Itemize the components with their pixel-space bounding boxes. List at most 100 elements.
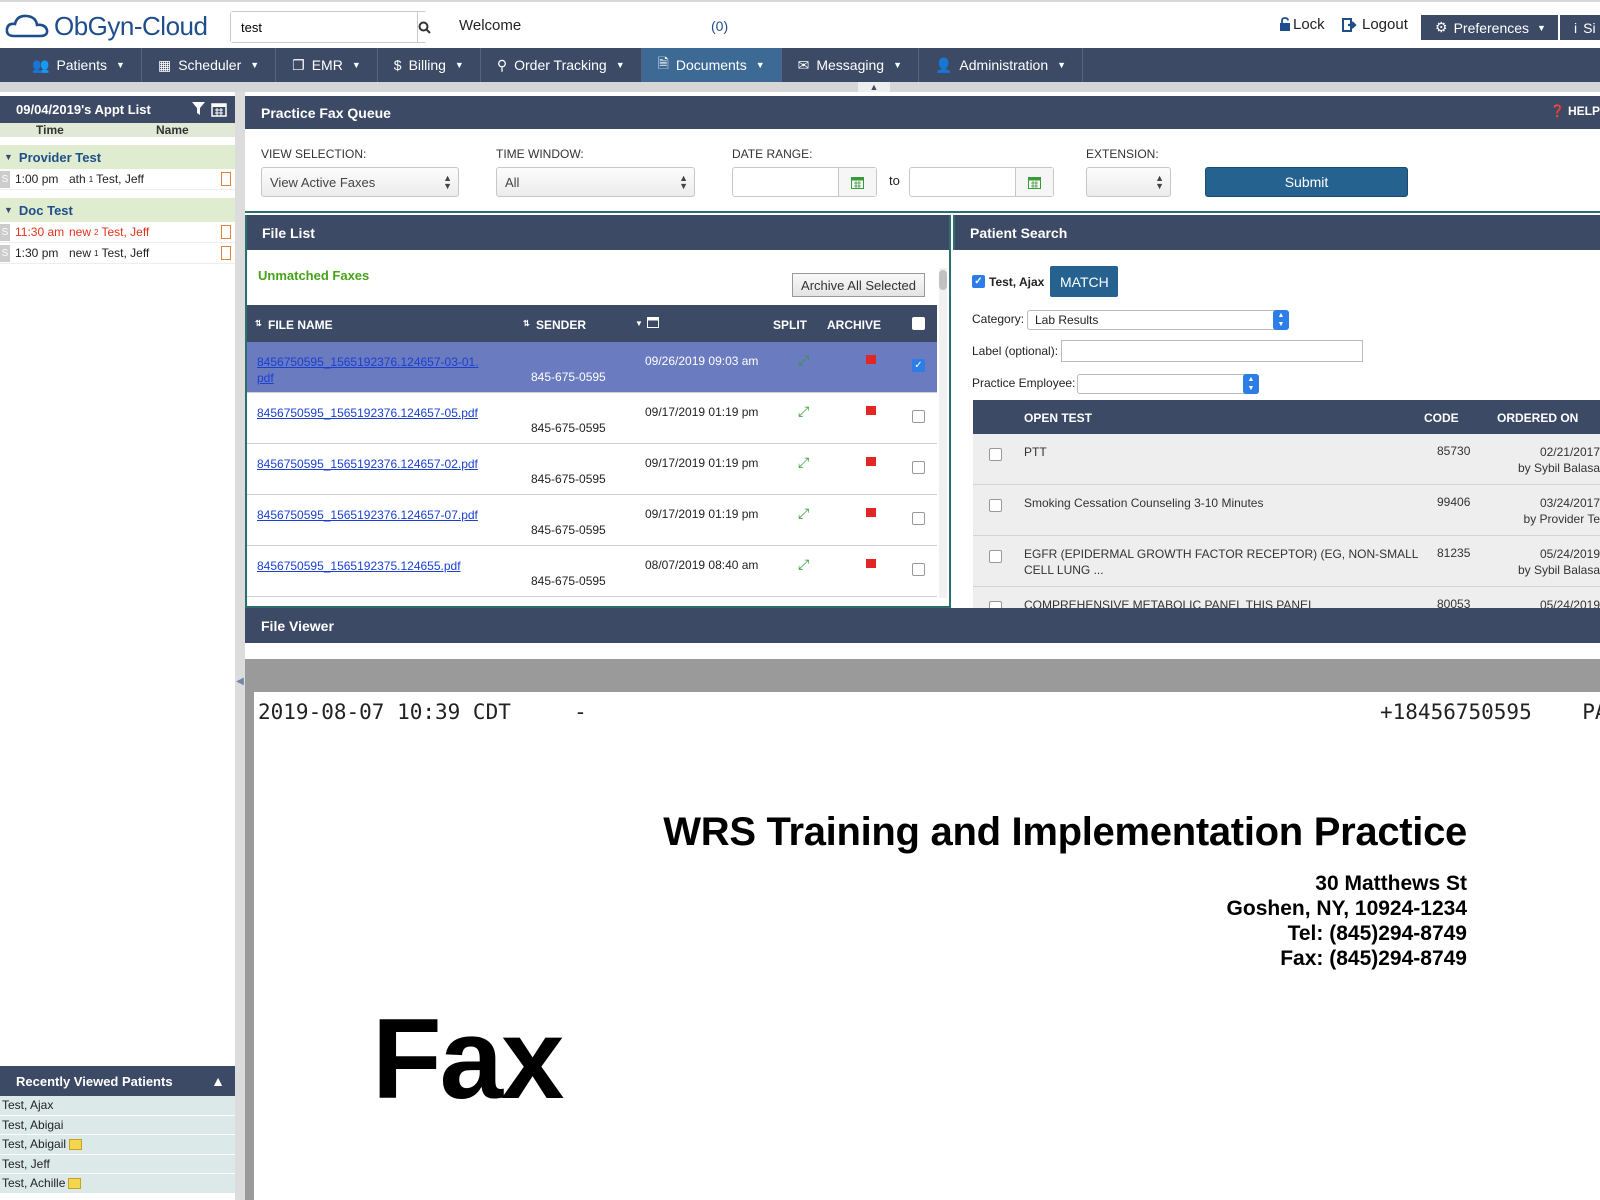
file-row[interactable]: 8456750595_1565192375.124655.pdf 845-675… bbox=[247, 546, 937, 597]
row-checkbox[interactable] bbox=[912, 563, 925, 576]
split-icon[interactable]: ⤢ bbox=[798, 403, 809, 420]
search-button[interactable] bbox=[417, 12, 431, 42]
nav-emr[interactable]: ❐ EMR ▼ bbox=[276, 48, 378, 82]
col-file-name[interactable]: FILE NAME bbox=[268, 318, 333, 332]
calendar-icon[interactable] bbox=[838, 168, 876, 196]
date-from-input[interactable] bbox=[732, 167, 877, 197]
split-icon[interactable]: ⤢ bbox=[798, 454, 809, 471]
test-by: by Sybil Balasa bbox=[1517, 461, 1600, 475]
collapse-up-icon[interactable]: ▲ bbox=[211, 1073, 225, 1089]
app-logo[interactable]: ObGyn-Cloud bbox=[4, 10, 208, 42]
nav-scheduler[interactable]: ▦ Scheduler ▼ bbox=[142, 48, 277, 82]
file-link[interactable]: 8456750595_1565192376.124657-03-01.pdf bbox=[257, 354, 482, 386]
row-checkbox[interactable] bbox=[912, 512, 925, 525]
file-link[interactable]: 8456750595_1565192375.124655.pdf bbox=[257, 558, 482, 574]
scrollbar-thumb[interactable] bbox=[939, 270, 947, 290]
practice-employee-select[interactable]: ▲ ▼ bbox=[1077, 374, 1259, 394]
row-checkbox[interactable]: ✓ bbox=[912, 359, 925, 372]
recent-patients-header[interactable]: Recently Viewed Patients ▲ bbox=[0, 1066, 235, 1096]
test-checkbox[interactable] bbox=[989, 601, 1002, 608]
split-icon[interactable]: ⤢ bbox=[798, 352, 809, 369]
nav-patients[interactable]: 👥 Patients ▼ bbox=[16, 48, 142, 82]
recent-patient[interactable]: Test, Achille bbox=[0, 1174, 235, 1194]
file-link[interactable]: 8456750595_1565192376.124657-02.pdf bbox=[257, 456, 482, 472]
nav-documents[interactable]: 🗎 Documents ▼ bbox=[641, 48, 782, 82]
row-checkbox[interactable] bbox=[912, 461, 925, 474]
sort-icon[interactable]: ⇅ bbox=[255, 319, 262, 328]
appt-row[interactable]: S 1:00 pm ath 1 Test, Jeff bbox=[0, 169, 235, 190]
recent-patient[interactable]: Test, Abigail bbox=[0, 1135, 235, 1155]
nav-messaging[interactable]: ✉ Messaging ▼ bbox=[782, 48, 919, 82]
date-from-field[interactable] bbox=[733, 168, 838, 196]
file-list-scrollbar[interactable] bbox=[939, 268, 947, 598]
fax-document-page[interactable]: 2019-08-07 10:39 CDT - +18456750595 PA W… bbox=[254, 692, 1600, 1200]
filter-icon[interactable] bbox=[192, 102, 205, 116]
sort-icon[interactable]: ⇅ bbox=[523, 319, 530, 328]
time-window-select[interactable]: All ▲ ▼ bbox=[496, 167, 695, 197]
provider-group[interactable]: ▼ Provider Test bbox=[0, 145, 235, 169]
category-select[interactable]: Lab Results ▲ ▼ bbox=[1027, 310, 1289, 330]
test-row[interactable]: Smoking Cessation Counseling 3-10 Minute… bbox=[973, 485, 1600, 536]
preferences-menu[interactable]: ⚙ Preferences ▼ bbox=[1421, 15, 1558, 40]
document-icon: 🗎 bbox=[657, 55, 669, 71]
appt-row[interactable]: S 11:30 am new 2 Test, Jeff bbox=[0, 222, 235, 243]
message-count[interactable]: (0) bbox=[711, 18, 728, 34]
date-to-field[interactable] bbox=[910, 168, 1015, 196]
archive-icon[interactable] bbox=[866, 508, 876, 517]
date-to-input[interactable] bbox=[909, 167, 1054, 197]
lock-button[interactable]: Lock bbox=[1279, 16, 1325, 33]
collapse-up-icon[interactable]: ▲ bbox=[858, 82, 890, 92]
test-row[interactable]: EGFR (EPIDERMAL GROWTH FACTOR RECEPTOR) … bbox=[973, 536, 1600, 587]
recent-patient[interactable]: Test, Ajax bbox=[0, 1096, 235, 1116]
nav-order-tracking[interactable]: ⚲ Order Tracking ▼ bbox=[481, 48, 642, 82]
archive-icon[interactable] bbox=[866, 559, 876, 568]
sort-down-icon[interactable]: ▼ bbox=[635, 319, 643, 328]
nav-billing[interactable]: $ Billing ▼ bbox=[378, 48, 481, 82]
sidebar-collapse-icon[interactable]: ◀ bbox=[235, 676, 245, 690]
patient-checkbox[interactable]: ✓ bbox=[972, 275, 985, 288]
label-input[interactable] bbox=[1061, 340, 1363, 362]
test-row[interactable]: COMPREHENSIVE METABOLIC PANEL THIS PANEL… bbox=[973, 587, 1600, 608]
file-row[interactable]: 8456750595_1565192376.124657-07.pdf 845-… bbox=[247, 495, 937, 546]
info-menu[interactable]: i Si bbox=[1560, 15, 1600, 40]
file-row[interactable]: 8456750595_1565192376.124657-02.pdf 845-… bbox=[247, 444, 937, 495]
fax-filters: VIEW SELECTION: View Active Faxes ▲ ▼ TIM… bbox=[245, 129, 1600, 213]
archive-icon[interactable] bbox=[866, 406, 876, 415]
file-link[interactable]: 8456750595_1565192376.124657-05.pdf bbox=[257, 405, 482, 421]
recent-patient[interactable]: Test, Abigai bbox=[0, 1115, 235, 1135]
view-selection-select[interactable]: View Active Faxes ▲ ▼ bbox=[261, 167, 459, 197]
archive-icon[interactable] bbox=[866, 457, 876, 466]
recent-patient[interactable]: Test, Jeff bbox=[0, 1154, 235, 1174]
split-icon[interactable]: ⤢ bbox=[798, 556, 809, 573]
note-icon[interactable] bbox=[221, 225, 231, 239]
test-checkbox[interactable] bbox=[989, 499, 1002, 512]
match-button[interactable]: MATCH bbox=[1050, 266, 1119, 297]
col-sender[interactable]: SENDER bbox=[536, 318, 586, 332]
test-row[interactable]: PTT 85730 02/21/2017 by Sybil Balasa bbox=[973, 434, 1600, 485]
file-row[interactable]: 8456750595_1565192376.124657-03-01.pdf 8… bbox=[247, 342, 937, 393]
note-icon[interactable] bbox=[221, 246, 231, 260]
row-checkbox[interactable] bbox=[912, 410, 925, 423]
nav-administration[interactable]: 👤 Administration ▼ bbox=[919, 48, 1084, 82]
test-checkbox[interactable] bbox=[989, 448, 1002, 461]
calendar-icon[interactable] bbox=[1015, 168, 1053, 196]
provider-group[interactable]: ▼ Doc Test bbox=[0, 198, 235, 222]
help-link[interactable]: ❓ HELP bbox=[1550, 104, 1600, 118]
split-icon[interactable]: ⤢ bbox=[798, 505, 809, 522]
calendar-icon[interactable] bbox=[211, 102, 227, 117]
search-input[interactable] bbox=[231, 12, 417, 42]
sidebar-divider[interactable] bbox=[235, 92, 245, 1200]
logout-button[interactable]: Logout bbox=[1342, 16, 1408, 33]
note-icon[interactable] bbox=[221, 172, 231, 186]
archive-all-selected-button[interactable]: Archive All Selected bbox=[792, 273, 925, 297]
test-checkbox[interactable] bbox=[989, 550, 1002, 563]
extension-select[interactable]: ▲ ▼ bbox=[1086, 167, 1171, 197]
calendar-icon[interactable] bbox=[647, 316, 659, 331]
appt-row[interactable]: S 1:30 pm new 1 Test, Jeff bbox=[0, 243, 235, 264]
file-link[interactable]: 8456750595_1565192376.124657-07.pdf bbox=[257, 507, 482, 523]
select-all-checkbox[interactable] bbox=[912, 317, 925, 330]
file-row[interactable]: 8456750595_1565192376.124657-05.pdf 845-… bbox=[247, 393, 937, 444]
left-sidebar: 09/04/2019's Appt List Time Name ▼ Provi… bbox=[0, 96, 235, 1200]
archive-icon[interactable] bbox=[866, 355, 876, 364]
submit-button[interactable]: Submit bbox=[1205, 167, 1408, 197]
